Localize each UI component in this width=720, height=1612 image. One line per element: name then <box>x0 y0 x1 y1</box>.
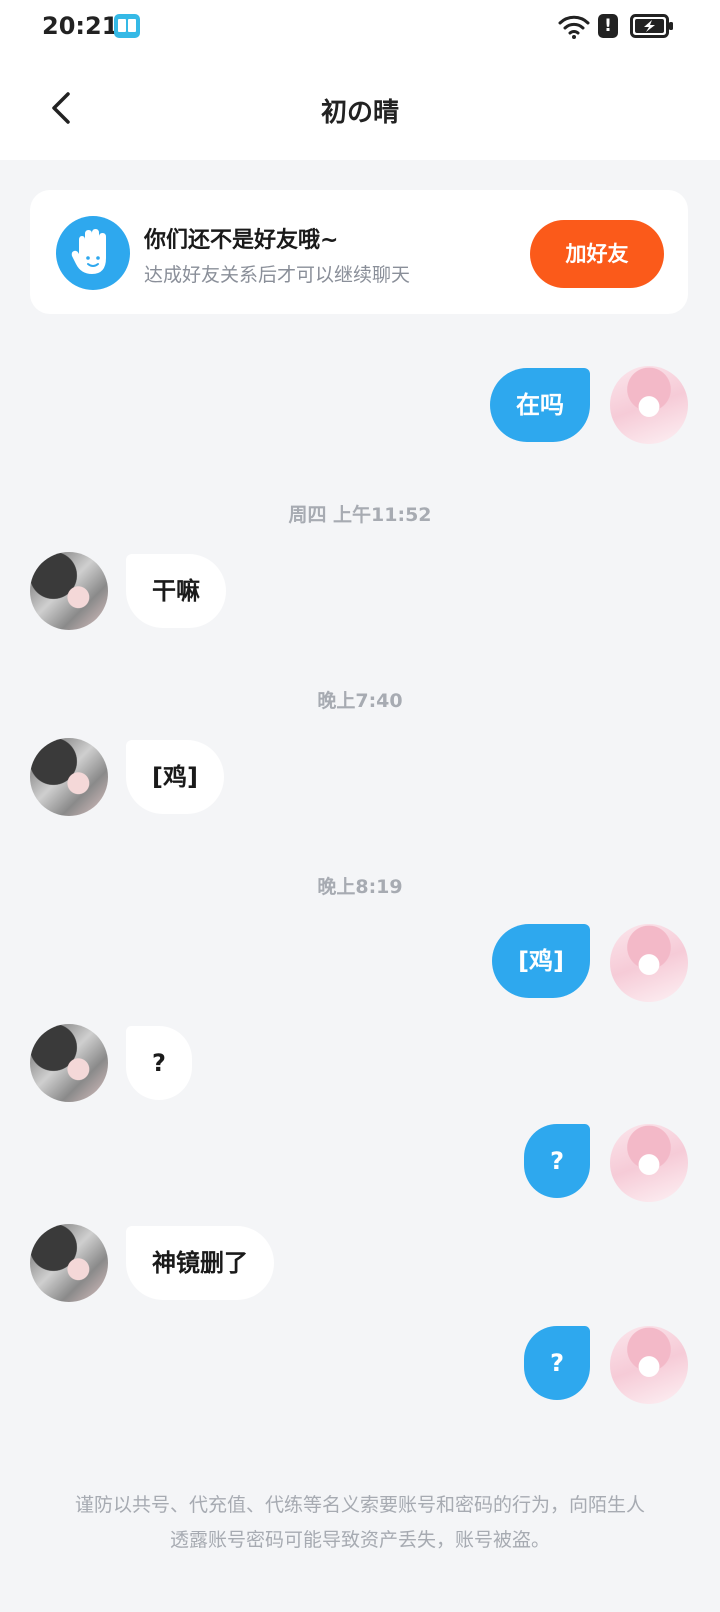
message-timestamp: 周四 上午11:52 <box>288 504 432 526</box>
chat-header: 初の晴 <box>0 58 720 160</box>
message-bubble-outgoing[interactable]: ? <box>524 1124 590 1198</box>
banner-subtitle: 达成好友关系后才可以继续聊天 <box>144 264 411 286</box>
book-icon <box>114 14 140 38</box>
alert-icon: ! <box>598 14 618 38</box>
contact-avatar[interactable] <box>30 1224 108 1302</box>
message-bubble-incoming[interactable]: [鸡] <box>126 740 224 814</box>
my-avatar[interactable] <box>610 924 688 1002</box>
my-avatar[interactable] <box>610 1326 688 1404</box>
message-bubble-outgoing[interactable]: [鸡] <box>492 924 590 998</box>
page-title: 初の晴 <box>320 98 399 128</box>
status-bar: 20:21 ! <box>0 0 720 58</box>
message-bubble-incoming[interactable]: ? <box>126 1026 192 1100</box>
message-bubble-incoming[interactable]: 神镜删了 <box>126 1226 274 1300</box>
battery-charging-icon <box>630 14 673 38</box>
my-avatar[interactable] <box>610 366 688 444</box>
message-bubble-incoming[interactable]: 干嘛 <box>126 554 226 628</box>
contact-avatar[interactable] <box>30 552 108 630</box>
contact-avatar[interactable] <box>30 738 108 816</box>
message-bubble-outgoing[interactable]: ? <box>524 1326 590 1400</box>
waving-hand-icon <box>56 216 130 290</box>
message-timestamp: 晚上8:19 <box>317 876 403 898</box>
banner-title: 你们还不是好友哦~ <box>144 228 339 253</box>
status-time: 20:21 <box>42 12 119 40</box>
security-warning: 谨防以共号、代充值、代练等名义索要账号和密码的行为，向陌生人透露账号密码可能导致… <box>74 1494 645 1551</box>
message-bubble-outgoing[interactable]: 在吗 <box>490 368 590 442</box>
chat-screen: 20:21 ! 初の晴 你们还不是好友哦~ 达成好友关系后才可以继续聊天 加好友… <box>0 0 720 1612</box>
add-friend-button[interactable]: 加好友 <box>530 220 664 288</box>
message-timestamp: 晚上7:40 <box>317 690 403 712</box>
wifi-icon <box>558 15 590 39</box>
my-avatar[interactable] <box>610 1124 688 1202</box>
not-friends-banner: 你们还不是好友哦~ 达成好友关系后才可以继续聊天 加好友 <box>30 190 688 314</box>
contact-avatar[interactable] <box>30 1024 108 1102</box>
